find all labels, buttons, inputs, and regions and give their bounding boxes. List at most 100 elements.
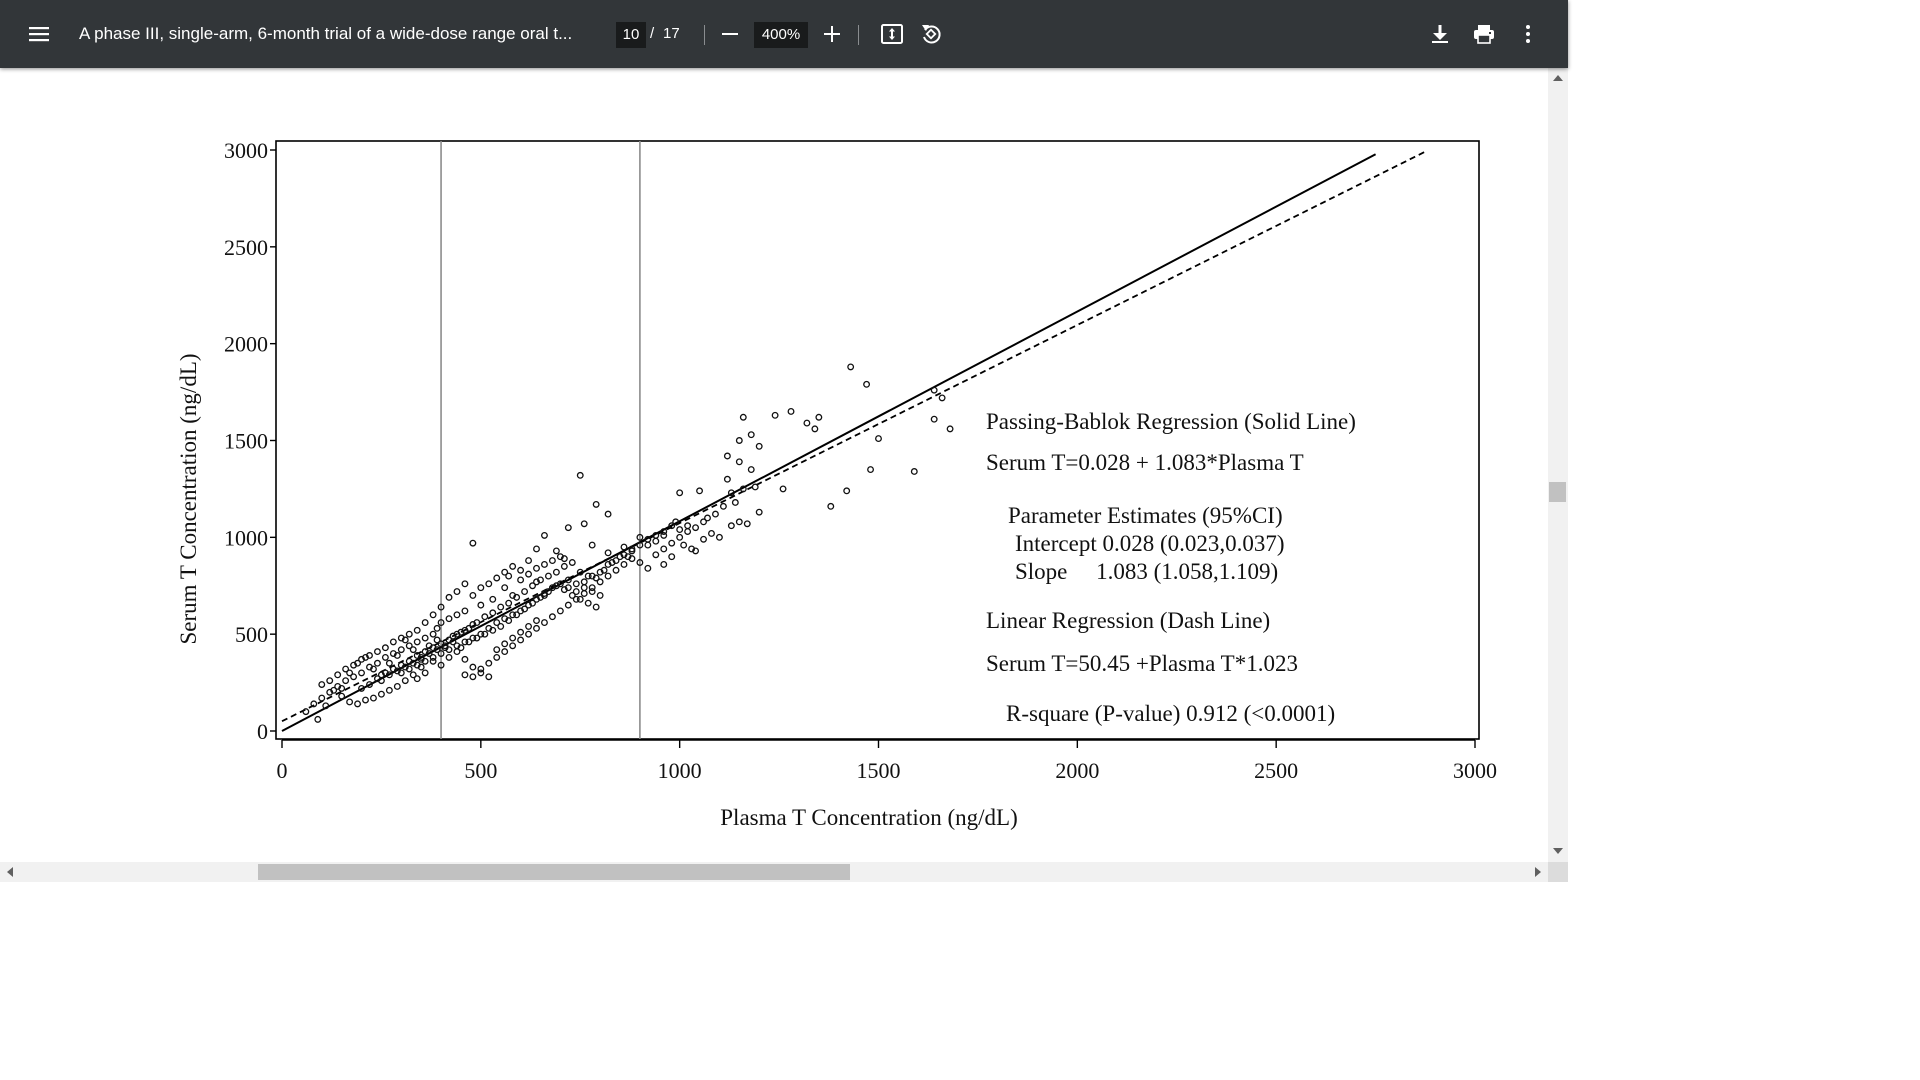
data-point xyxy=(461,607,469,615)
horizontal-scroll-thumb[interactable] xyxy=(258,864,850,880)
data-point xyxy=(377,690,385,698)
data-point xyxy=(572,588,580,596)
data-point xyxy=(533,564,540,572)
data-point xyxy=(517,576,525,584)
data-point xyxy=(843,487,851,495)
data-point xyxy=(429,611,437,619)
data-point xyxy=(652,537,660,545)
data-point xyxy=(580,590,588,597)
data-point xyxy=(509,562,517,570)
data-point xyxy=(612,566,620,574)
data-point xyxy=(588,541,596,549)
more-options-button[interactable] xyxy=(1508,14,1548,54)
data-point xyxy=(517,566,525,574)
pb-regression-title: Passing-Bablok Regression (Solid Line) xyxy=(986,409,1356,434)
r-square-value: R-square (P-value) 0.912 (<0.0001) xyxy=(1006,701,1336,726)
page-total: 17 xyxy=(663,25,680,42)
data-point xyxy=(580,520,588,528)
vertical-scroll-thumb[interactable] xyxy=(1549,482,1566,502)
document-title: A phase III, single-arm, 6-month trial o… xyxy=(79,24,573,43)
data-point xyxy=(747,466,755,473)
data-point xyxy=(541,531,548,539)
data-point xyxy=(354,700,362,708)
data-point xyxy=(509,611,517,619)
data-point xyxy=(477,601,485,609)
document-viewport[interactable]: 0 500 1000 1500 2000 2500 3000 0 500 1000 1500 200… xyxy=(0,68,1548,862)
data-point xyxy=(445,615,453,623)
data-point xyxy=(620,543,628,551)
zoom-in-icon xyxy=(824,26,840,42)
scroll-up-arrow[interactable] xyxy=(1553,75,1563,81)
rotate-icon xyxy=(922,25,941,44)
data-point xyxy=(592,500,600,508)
data-point xyxy=(362,696,369,704)
vertical-scrollbar[interactable] xyxy=(1548,68,1568,862)
fit-page-button[interactable] xyxy=(872,14,912,54)
zoom-level-input[interactable] xyxy=(754,22,808,48)
data-point xyxy=(334,671,342,679)
data-point xyxy=(541,619,548,626)
scroll-left-arrow[interactable] xyxy=(7,867,13,877)
data-point xyxy=(787,408,795,415)
data-point xyxy=(429,630,437,638)
data-point xyxy=(930,386,938,394)
data-point xyxy=(576,471,584,479)
data-point xyxy=(771,411,779,419)
data-point xyxy=(930,415,938,423)
data-point xyxy=(811,425,819,433)
data-point xyxy=(461,580,469,588)
data-point xyxy=(521,588,529,596)
pdf-toolbar: A phase III, single-arm, 6-month trial o… xyxy=(0,0,1568,68)
data-point xyxy=(525,622,533,630)
data-point xyxy=(692,524,700,532)
data-point xyxy=(405,630,413,638)
toolbar-divider xyxy=(704,25,705,45)
data-point xyxy=(302,708,310,716)
data-point xyxy=(712,510,719,518)
data-point xyxy=(529,582,536,590)
data-point xyxy=(572,580,580,588)
data-point xyxy=(564,601,572,609)
fit-page-icon xyxy=(881,24,903,44)
parameter-estimates-title: Parameter Estimates (95%CI) xyxy=(1008,503,1283,528)
page-number-input[interactable] xyxy=(616,22,646,48)
data-point xyxy=(385,686,393,694)
data-point xyxy=(493,653,501,661)
data-point xyxy=(700,518,707,526)
zoom-out-button[interactable] xyxy=(710,14,750,54)
data-point xyxy=(620,560,628,568)
data-point xyxy=(719,502,727,510)
data-point xyxy=(592,603,600,611)
scroll-right-arrow[interactable] xyxy=(1535,867,1541,877)
scroll-down-arrow[interactable] xyxy=(1553,848,1563,854)
data-point xyxy=(385,659,393,667)
data-point xyxy=(548,613,556,621)
data-point xyxy=(684,522,692,530)
data-point xyxy=(676,489,684,497)
data-point xyxy=(680,541,688,549)
data-point xyxy=(501,648,509,656)
data-point xyxy=(588,584,596,592)
data-point xyxy=(373,659,381,667)
data-point xyxy=(552,568,560,576)
rotate-button[interactable] xyxy=(911,14,951,54)
data-point xyxy=(342,677,350,685)
data-point xyxy=(803,419,811,427)
data-point xyxy=(485,580,493,588)
data-point xyxy=(501,640,509,648)
toolbar-divider xyxy=(858,25,859,45)
data-point xyxy=(708,530,715,537)
data-point xyxy=(604,572,612,580)
data-point xyxy=(863,380,871,388)
data-point xyxy=(505,599,513,607)
data-point xyxy=(489,609,497,617)
zoom-in-button[interactable] xyxy=(812,14,852,54)
data-point xyxy=(572,595,580,603)
data-point xyxy=(676,526,684,534)
y-tick-label: 500 xyxy=(235,622,268,647)
download-button[interactable] xyxy=(1420,14,1460,54)
menu-button[interactable] xyxy=(19,14,59,54)
print-button[interactable] xyxy=(1464,14,1504,54)
menu-icon xyxy=(29,27,49,42)
data-point xyxy=(453,648,461,656)
